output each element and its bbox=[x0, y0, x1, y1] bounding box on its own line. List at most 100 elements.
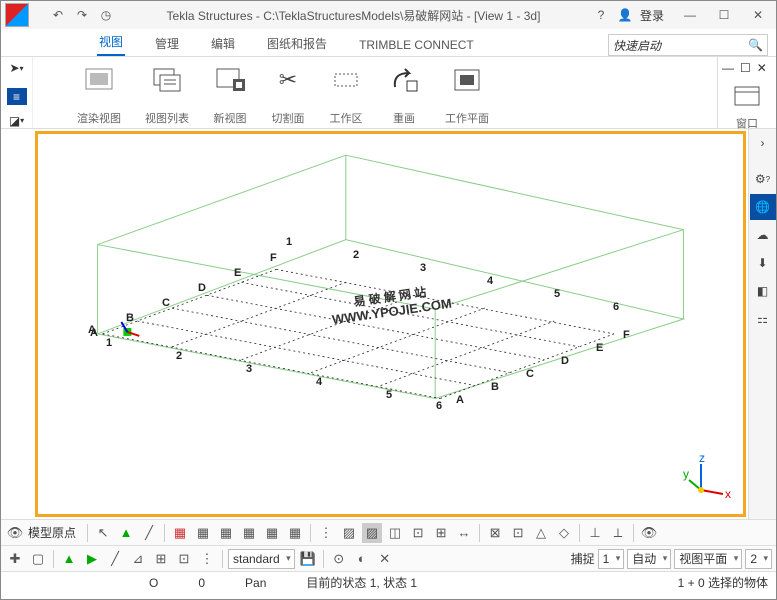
snap-p1-combo[interactable]: 1 bbox=[598, 549, 625, 569]
cube-icon[interactable]: ◧ bbox=[750, 278, 776, 304]
child-min-icon[interactable]: — bbox=[722, 61, 734, 75]
grid-e-right: E bbox=[596, 342, 603, 354]
sel-grid3-icon[interactable]: ▦ bbox=[216, 523, 236, 543]
sel-eye2-icon[interactable]: 👁 bbox=[639, 523, 659, 543]
grid-c-left: C bbox=[162, 297, 170, 309]
snap-label: 捕捉 bbox=[571, 550, 595, 567]
sel-grid2-icon[interactable]: ▦ bbox=[193, 523, 213, 543]
rb-work-plane[interactable]: 工作平面 bbox=[433, 57, 501, 128]
sliders-icon[interactable]: ⚏ bbox=[750, 306, 776, 332]
status-o: O bbox=[149, 576, 158, 590]
eye-icon[interactable]: 👁 bbox=[5, 523, 25, 543]
standard-combo[interactable]: standard bbox=[228, 549, 295, 569]
sel-box3-icon[interactable]: △ bbox=[531, 523, 551, 543]
side-strip[interactable]: ≡ bbox=[7, 88, 27, 105]
undo-icon[interactable]: ↶ bbox=[49, 6, 67, 24]
model-wireframe bbox=[38, 134, 743, 514]
maximize-button[interactable]: ☐ bbox=[710, 3, 738, 27]
child-window-controls: — ☐ ✕ bbox=[718, 57, 776, 79]
menu-drawings[interactable]: 图纸和报告 bbox=[265, 31, 329, 56]
status-zero: 0 bbox=[198, 576, 205, 590]
sel-bg-icon[interactable]: ▨ bbox=[362, 523, 382, 543]
menu-trimble[interactable]: TRIMBLE CONNECT bbox=[357, 34, 476, 56]
history-icon[interactable]: ◷ bbox=[97, 6, 115, 24]
sel-edge-icon[interactable]: ⊡ bbox=[408, 523, 428, 543]
sel-misc1-icon[interactable]: ⊥ bbox=[585, 523, 605, 543]
sel-cursor-icon[interactable]: ↖ bbox=[93, 523, 113, 543]
status-pan: Pan bbox=[245, 576, 266, 590]
menu-edit[interactable]: 编辑 bbox=[209, 31, 237, 56]
sel-grid6-icon[interactable]: ▦ bbox=[285, 523, 305, 543]
sel-grid4-icon[interactable]: ▦ bbox=[239, 523, 259, 543]
snap-sq-icon[interactable]: ▢ bbox=[28, 549, 48, 569]
grid-5-top: 5 bbox=[554, 288, 560, 300]
quick-launch-input[interactable]: 快速启动 🔍 bbox=[608, 34, 768, 56]
sel-face-icon[interactable]: ◫ bbox=[385, 523, 405, 543]
snap-mid-icon[interactable]: ◐ bbox=[352, 549, 372, 569]
rb-clip-plane[interactable]: ✂ 切割面 bbox=[259, 57, 317, 128]
gear-icon[interactable]: ⚙? bbox=[750, 166, 776, 192]
download-icon[interactable]: ⬇ bbox=[750, 250, 776, 276]
snap-plus-icon[interactable]: ✚ bbox=[5, 549, 25, 569]
sel-cut-icon[interactable]: ▨ bbox=[339, 523, 359, 543]
rb-render-view[interactable]: 渲染视图 bbox=[65, 57, 133, 128]
rb-view-list[interactable]: 视图列表 bbox=[133, 57, 201, 128]
snap-p1-icon[interactable]: ▲ bbox=[59, 549, 79, 569]
redo-icon[interactable]: ↷ bbox=[73, 6, 91, 24]
right-panel: › ⚙? 🌐 ☁ ⬇ ◧ ⚏ bbox=[748, 129, 776, 519]
child-max-icon[interactable]: ☐ bbox=[740, 61, 751, 75]
snap-p4-icon[interactable]: ⊿ bbox=[128, 549, 148, 569]
sel-grid1-icon[interactable]: ▦ bbox=[170, 523, 190, 543]
snap-toolbar: ✚ ▢ ▲ ▶ ╱ ⊿ ⊞ ⊡ ⋮ standard 💾 ⊙ ◐ ✕ 捕捉 1 … bbox=[1, 545, 776, 571]
child-close-icon[interactable]: ✕ bbox=[757, 61, 767, 75]
sel-dim-icon[interactable]: ↔ bbox=[454, 523, 474, 543]
snap-p2-combo[interactable]: 2 bbox=[745, 549, 772, 569]
sel-line-icon[interactable]: ╱ bbox=[139, 523, 159, 543]
chevron-right-icon[interactable]: › bbox=[750, 130, 776, 156]
rb-new-view[interactable]: 新视图 bbox=[201, 57, 259, 128]
sel-grid5-icon[interactable]: ▦ bbox=[262, 523, 282, 543]
snap-p7-icon[interactable]: ⋮ bbox=[197, 549, 217, 569]
3d-viewport[interactable]: A B C D E F 1 2 3 4 5 6 1 2 3 4 5 6 A B … bbox=[35, 131, 746, 517]
component-tool-icon[interactable]: ◪▾ bbox=[5, 113, 29, 128]
close-button[interactable]: ✕ bbox=[744, 3, 772, 27]
sel-box1-icon[interactable]: ⊠ bbox=[485, 523, 505, 543]
axis-gizmo[interactable]: x y z bbox=[681, 452, 731, 502]
sel-dots-icon[interactable]: ⋮ bbox=[316, 523, 336, 543]
snap-p3-icon[interactable]: ╱ bbox=[105, 549, 125, 569]
sel-misc2-icon[interactable]: ⟂ bbox=[608, 523, 628, 543]
grid-6-top: 6 bbox=[613, 301, 619, 313]
sel-tri-icon[interactable]: ▲ bbox=[116, 523, 136, 543]
view-plane-combo[interactable]: 视图平面 bbox=[674, 549, 742, 569]
grid-4-bot: 4 bbox=[316, 376, 322, 388]
snap-p2-icon[interactable]: ▶ bbox=[82, 549, 102, 569]
minimize-button[interactable]: — bbox=[676, 3, 704, 27]
grid-f-right: F bbox=[623, 329, 630, 341]
snap-int-icon[interactable]: ✕ bbox=[375, 549, 395, 569]
help-icon[interactable]: ? bbox=[592, 6, 610, 24]
snap-p5-icon[interactable]: ⊞ bbox=[151, 549, 171, 569]
rb-work-area[interactable]: 工作区 bbox=[317, 57, 375, 128]
user-icon[interactable]: 👤 bbox=[616, 6, 634, 24]
model-origin-label[interactable]: 模型原点 bbox=[28, 524, 76, 541]
sel-pt-icon[interactable]: ⊞ bbox=[431, 523, 451, 543]
auto-combo[interactable]: 自动 bbox=[627, 549, 671, 569]
globe-icon[interactable]: 🌐 bbox=[750, 194, 776, 220]
status-selection: 1 + 0 选择的物体 bbox=[678, 574, 768, 591]
snap-p6-icon[interactable]: ⊡ bbox=[174, 549, 194, 569]
grid-2-top: 2 bbox=[353, 249, 359, 261]
menu-manage[interactable]: 管理 bbox=[153, 31, 181, 56]
axis-y-label: y bbox=[683, 467, 689, 481]
cloud-icon[interactable]: ☁ bbox=[750, 222, 776, 248]
sel-box4-icon[interactable]: ◇ bbox=[554, 523, 574, 543]
rb-window[interactable]: 窗口 bbox=[718, 79, 776, 133]
menu-view[interactable]: 视图 bbox=[97, 29, 125, 56]
grid-b-right: B bbox=[491, 381, 499, 393]
cursor-tool-icon[interactable]: ➤▾ bbox=[5, 61, 29, 76]
snap-end-icon[interactable]: ⊙ bbox=[329, 549, 349, 569]
work-plane-icon bbox=[450, 63, 484, 97]
save-icon[interactable]: 💾 bbox=[298, 549, 318, 569]
login-label[interactable]: 登录 bbox=[640, 7, 664, 24]
sel-box2-icon[interactable]: ⊡ bbox=[508, 523, 528, 543]
rb-redraw[interactable]: 重画 bbox=[375, 57, 433, 128]
